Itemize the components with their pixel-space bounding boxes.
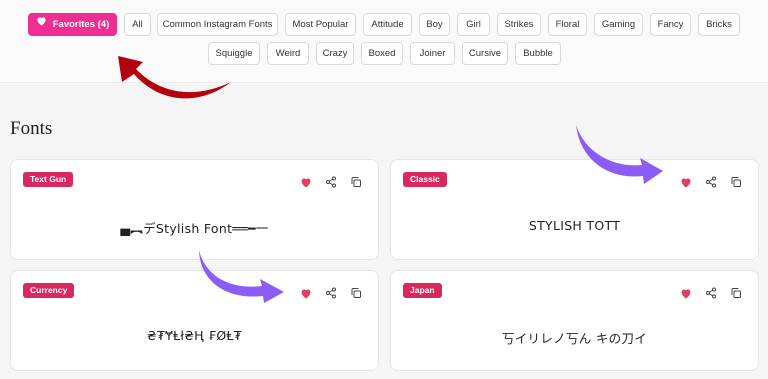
section-title: Fonts (10, 118, 53, 139)
font-card[interactable]: Classic STYLISH TOTT (390, 159, 759, 260)
filter-common-instagram-fonts[interactable]: Common Instagram Fonts (157, 13, 278, 36)
filter-joiner[interactable]: Joiner (410, 42, 455, 65)
font-preview-text: ▄︻デStylish Font══━一 (120, 221, 269, 236)
card-actions (676, 285, 746, 301)
filter-crazy[interactable]: Crazy (316, 42, 354, 65)
filter-attitude[interactable]: Attitude (363, 13, 412, 36)
filter-boy[interactable]: Boy (419, 13, 450, 36)
font-preview-text: 丂イリレノ丂ん キの刀イ (501, 331, 648, 346)
share-icon[interactable] (703, 285, 719, 301)
filter-floral[interactable]: Floral (548, 13, 587, 36)
copy-icon[interactable] (728, 174, 744, 190)
font-card[interactable]: Japan 丂イリレノ丂ん キの刀イ (390, 270, 759, 371)
share-icon[interactable] (323, 285, 339, 301)
font-card[interactable]: Currency ₴₮ɎⱠł₴Ⱨ ₣ØⱠ₮ (10, 270, 379, 371)
filter-bricks[interactable]: Bricks (698, 13, 740, 36)
heart-icon[interactable] (298, 174, 314, 190)
share-icon[interactable] (323, 174, 339, 190)
copy-icon[interactable] (348, 285, 364, 301)
filter-weird[interactable]: Weird (267, 42, 309, 65)
heart-icon[interactable] (678, 174, 694, 190)
card-actions (676, 174, 746, 190)
heart-icon[interactable] (678, 285, 694, 301)
filter-bubble[interactable]: Bubble (515, 42, 561, 65)
filter-strikes[interactable]: Strikes (497, 13, 541, 36)
filter-fancy[interactable]: Fancy (650, 13, 691, 36)
font-preview-text: STYLISH TOTT (528, 218, 621, 233)
filter-gaming[interactable]: Gaming (594, 13, 643, 36)
card-actions (296, 174, 366, 190)
font-preview-text: ₴₮ɎⱠł₴Ⱨ ₣ØⱠ₮ (146, 328, 243, 343)
filter-boxed[interactable]: Boxed (361, 42, 403, 65)
font-category-tag: Currency (23, 283, 75, 298)
copy-icon[interactable] (348, 174, 364, 190)
heart-icon (36, 13, 47, 34)
font-category-tag: Japan (403, 283, 442, 298)
category-filter-bar: Favorites (4) All Common Instagram Fonts… (0, 0, 768, 83)
filter-cursive[interactable]: Cursive (462, 42, 508, 65)
card-actions (296, 285, 366, 301)
filter-all[interactable]: All (124, 13, 151, 36)
favorites-filter-button[interactable]: Favorites (4) (28, 13, 117, 36)
heart-icon[interactable] (298, 285, 314, 301)
filter-squiggle[interactable]: Squiggle (208, 42, 260, 65)
share-icon[interactable] (703, 174, 719, 190)
filter-most-popular[interactable]: Most Popular (285, 13, 356, 36)
font-category-tag: Classic (403, 172, 447, 187)
font-card[interactable]: Text Gun ▄︻デStylish Font══━一 (10, 159, 379, 260)
copy-icon[interactable] (728, 285, 744, 301)
font-category-tag: Text Gun (23, 172, 74, 187)
favorites-filter-label: Favorites (4) (52, 19, 110, 30)
filter-girl[interactable]: Girl (457, 13, 490, 36)
